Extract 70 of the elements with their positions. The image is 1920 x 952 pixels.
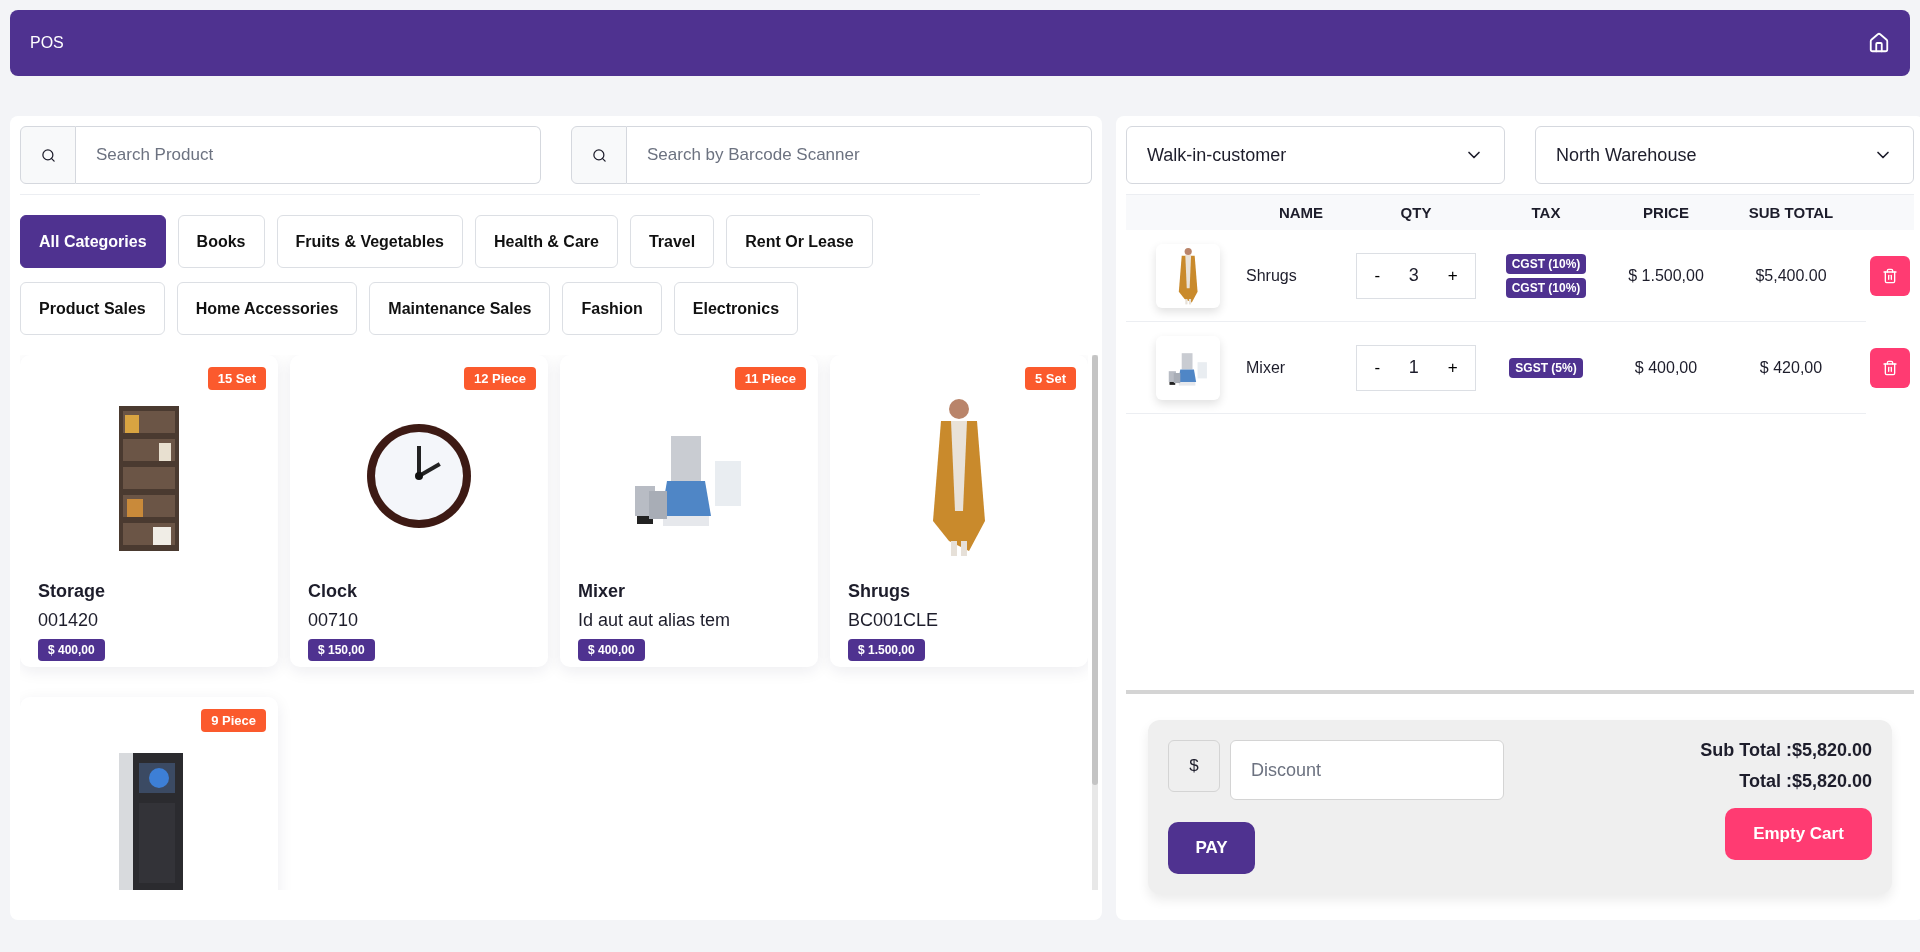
product-card[interactable]: 5 Set Shrugs BC001CLE $ 1.500,00	[830, 355, 1088, 667]
table-cell-text: Shrugs	[1246, 266, 1298, 285]
product-code: Id aut aut alias tem	[578, 610, 732, 631]
category-tab[interactable]: Electronics	[673, 282, 799, 335]
tax-badge: CGST (10%)	[1505, 253, 1587, 274]
product-card[interactable]: 11 Piece Mixer Id aut aut alias tem $ 400,00	[560, 355, 818, 667]
trash-icon	[1882, 359, 1898, 376]
product-name: Shrugs	[848, 581, 911, 602]
table-cell-text: $ 400,00	[1633, 358, 1699, 377]
total: Total :$5,820.00	[1739, 771, 1872, 792]
sub-total: Sub Total :$5,820.00	[1700, 740, 1872, 761]
app-title: POS	[30, 34, 64, 52]
warehouse-select[interactable]: North Warehouse	[1535, 126, 1914, 184]
product-name: Storage	[38, 581, 107, 602]
column-header: PRICE	[1642, 204, 1690, 221]
scrollbar[interactable]	[1092, 355, 1098, 890]
tax-badge: CGST (10%)	[1505, 277, 1587, 298]
price-badge: $ 400,00	[38, 639, 105, 661]
price-badge: $ 400,00	[578, 639, 645, 661]
stock-badge: 15 Set	[207, 367, 266, 390]
delete-button[interactable]	[1870, 347, 1910, 388]
discount-field[interactable]: Discount	[1230, 740, 1504, 800]
column-header: NAME	[1277, 204, 1325, 221]
currency-label: $	[1168, 740, 1220, 792]
category-tab[interactable]: All Categories	[20, 215, 166, 268]
barcode-search-field[interactable]: Search by Barcode Scanner	[627, 126, 1092, 184]
customer-select[interactable]: Walk-in-customer	[1126, 126, 1505, 184]
category-tab[interactable]: Health & Care	[475, 215, 618, 268]
category-tab[interactable]: Rent Or Lease	[726, 215, 873, 268]
product-code: BC001CLE	[848, 610, 940, 631]
product-code: 001420	[38, 610, 100, 631]
quantity-value: 1	[1408, 357, 1419, 378]
search-icon	[40, 147, 56, 163]
product-name: Clock	[308, 581, 359, 602]
table-cell-text: Mixer	[1246, 358, 1287, 377]
decrease-button[interactable]: -	[1368, 261, 1387, 290]
stock-badge: 12 Piece	[463, 367, 536, 390]
home-icon[interactable]	[1868, 32, 1890, 54]
category-tab[interactable]: Home Accessories	[176, 282, 358, 335]
pay-button[interactable]: PAY	[1168, 822, 1255, 874]
price-badge: $ 150,00	[308, 639, 375, 661]
product-card[interactable]: 12 Piece Clock 00710 $ 150,00	[290, 355, 548, 667]
column-header: TAX	[1530, 204, 1562, 221]
table-cell-text: $5,400.00	[1754, 266, 1828, 285]
decrease-button[interactable]: -	[1368, 353, 1387, 382]
product-card[interactable]: 15 Set Storage 001420 $ 400,00	[20, 355, 278, 667]
price-badge: $ 1.500,00	[848, 639, 925, 661]
search-field[interactable]: Search Product	[76, 126, 541, 184]
increase-button[interactable]: +	[1441, 353, 1464, 382]
category-tab[interactable]: Books	[177, 215, 265, 268]
table-cell-text: $ 1.500,00	[1627, 266, 1705, 285]
search-icon	[591, 147, 607, 163]
increase-button[interactable]: +	[1441, 261, 1464, 290]
category-tab[interactable]: Fruits & Vegetables	[276, 215, 463, 268]
stock-badge: 5 Set	[1024, 367, 1076, 390]
category-tab[interactable]: Fashion	[562, 282, 662, 335]
category-tab[interactable]: Maintenance Sales	[369, 282, 551, 335]
delete-button[interactable]	[1870, 255, 1910, 296]
trash-icon	[1882, 267, 1898, 284]
table-cell-text: $ 420,00	[1758, 358, 1824, 377]
product-code: 00710	[308, 610, 360, 631]
quantity-value: 3	[1408, 265, 1419, 286]
column-header: QTY	[1399, 204, 1433, 221]
stock-badge: 9 Piece	[201, 709, 266, 732]
stock-badge: 11 Piece	[734, 367, 806, 390]
column-header: SUB TOTAL	[1747, 204, 1835, 221]
product-name: Mixer	[578, 581, 627, 602]
category-tab[interactable]: Travel	[629, 215, 715, 268]
tax-badge: SGST (5%)	[1509, 357, 1583, 378]
category-tab[interactable]: Product Sales	[20, 282, 165, 335]
